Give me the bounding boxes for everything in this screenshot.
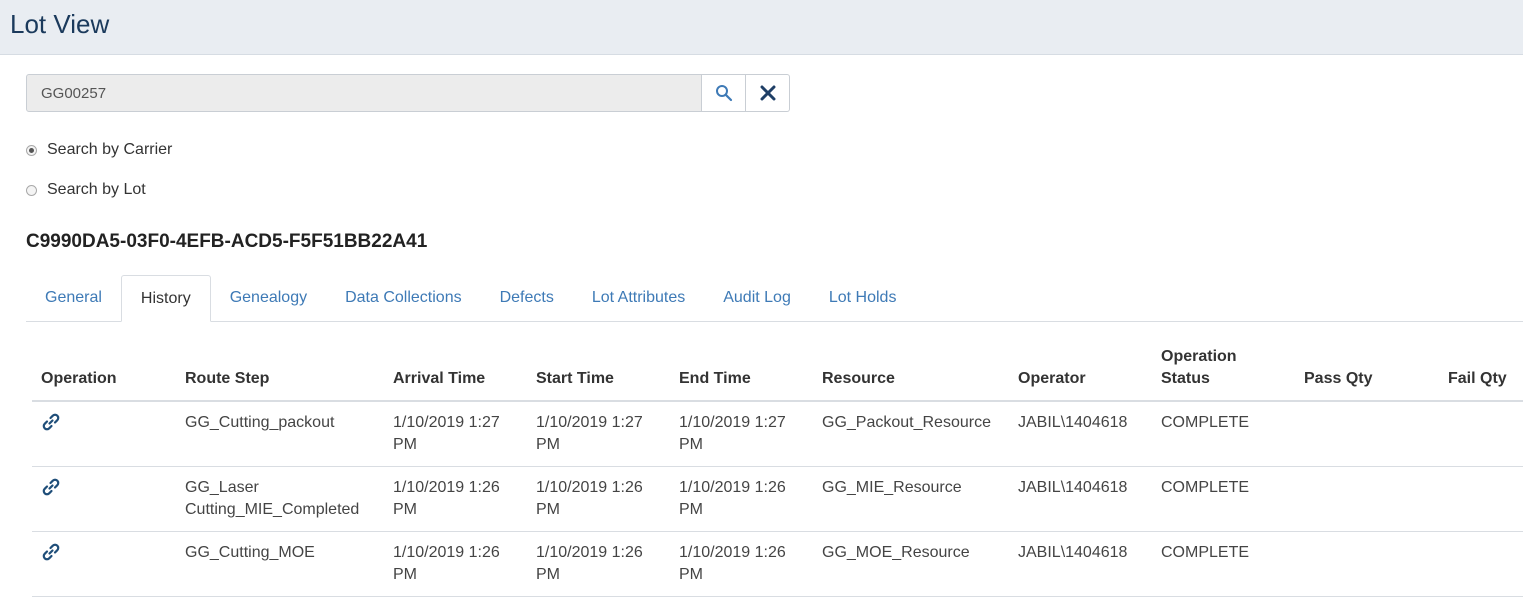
column-header-end-time[interactable]: End Time [670, 340, 813, 402]
radio-search-by-lot[interactable]: Search by Lot [26, 181, 146, 199]
tab-general[interactable]: General [26, 275, 121, 321]
table-row: GG_Cutting_packout 1/10/2019 1:27 PM 1/1… [32, 401, 1523, 467]
resource-cell: GG_Packout_Resource [813, 401, 1009, 467]
fail-qty-cell [1439, 531, 1523, 597]
tab-lot-attributes[interactable]: Lot Attributes [573, 275, 704, 321]
status-cell: COMPLETE [1152, 401, 1295, 467]
fail-qty-cell [1439, 466, 1523, 532]
route-step-cell: GG_Cutting_MOE [176, 531, 384, 597]
route-step-cell: GG_Laser Cutting_MIE_Completed [176, 466, 384, 532]
clear-button[interactable] [746, 74, 790, 112]
radio-button[interactable] [26, 184, 37, 196]
tab-audit-log[interactable]: Audit Log [704, 275, 810, 321]
column-header-start-time[interactable]: Start Time [527, 340, 670, 402]
end-time-cell: 1/10/2019 1:26 PM [670, 466, 813, 532]
radio-label: Search by Carrier [47, 141, 173, 158]
search-icon [715, 85, 732, 102]
search-input[interactable] [26, 74, 702, 112]
column-header-fail-qty[interactable]: Fail Qty [1439, 340, 1523, 402]
start-time-cell: 1/10/2019 1:27 PM [527, 401, 670, 467]
radio-label: Search by Lot [47, 181, 146, 198]
start-time-cell: 1/10/2019 1:26 PM [527, 531, 670, 597]
column-header-operation[interactable]: Operation [32, 340, 176, 402]
tab-lot-holds[interactable]: Lot Holds [810, 275, 916, 321]
table-row: GG_Laser Cutting_MIE_Completed 1/10/2019… [32, 466, 1523, 532]
column-header-resource[interactable]: Resource [813, 340, 1009, 402]
table-header-row: Operation Route Step Arrival Time Start … [32, 340, 1523, 402]
radio-search-by-carrier[interactable]: Search by Carrier [26, 141, 172, 159]
route-step-cell: GG_Cutting_packout [176, 401, 384, 467]
arrival-time-cell: 1/10/2019 1:26 PM [384, 466, 527, 532]
close-icon [760, 85, 775, 101]
pass-qty-cell [1295, 401, 1439, 467]
operator-cell: JABIL\1404618 [1009, 401, 1152, 467]
tab-data-collections[interactable]: Data Collections [326, 275, 481, 321]
link-icon[interactable] [41, 477, 61, 497]
column-header-route-step[interactable]: Route Step [176, 340, 384, 402]
tab-bar: General History Genealogy Data Collectio… [26, 275, 1523, 322]
start-time-cell: 1/10/2019 1:26 PM [527, 466, 670, 532]
operation-link[interactable] [32, 466, 176, 532]
history-table: Operation Route Step Arrival Time Start … [32, 340, 1523, 597]
pass-qty-cell [1295, 466, 1439, 532]
tab-history[interactable]: History [120, 275, 211, 322]
status-cell: COMPLETE [1152, 466, 1295, 532]
operator-cell: JABIL\1404618 [1009, 531, 1152, 597]
lot-id-heading: C9990DA5-03F0-4EFB-ACD5-F5F51BB22A41 [26, 231, 428, 252]
fail-qty-cell [1439, 401, 1523, 467]
operator-cell: JABIL\1404618 [1009, 466, 1152, 532]
end-time-cell: 1/10/2019 1:26 PM [670, 531, 813, 597]
arrival-time-cell: 1/10/2019 1:26 PM [384, 531, 527, 597]
column-header-operator[interactable]: Operator [1009, 340, 1152, 402]
link-icon[interactable] [41, 542, 61, 562]
end-time-cell: 1/10/2019 1:27 PM [670, 401, 813, 467]
page-title: Lot View [10, 9, 110, 39]
tab-defects[interactable]: Defects [481, 275, 573, 321]
radio-button[interactable] [26, 144, 37, 156]
arrival-time-cell: 1/10/2019 1:27 PM [384, 401, 527, 467]
column-header-operation-status[interactable]: Operation Status [1152, 340, 1295, 402]
link-icon[interactable] [41, 412, 61, 432]
tab-genealogy[interactable]: Genealogy [211, 275, 326, 321]
resource-cell: GG_MIE_Resource [813, 466, 1009, 532]
pass-qty-cell [1295, 531, 1439, 597]
search-button[interactable] [702, 74, 746, 112]
resource-cell: GG_MOE_Resource [813, 531, 1009, 597]
column-header-pass-qty[interactable]: Pass Qty [1295, 340, 1439, 402]
status-cell: COMPLETE [1152, 531, 1295, 597]
column-header-arrival-time[interactable]: Arrival Time [384, 340, 527, 402]
operation-link[interactable] [32, 401, 176, 467]
search-bar [26, 74, 790, 112]
page-header: Lot View [0, 0, 1523, 55]
operation-link[interactable] [32, 531, 176, 597]
table-row: GG_Cutting_MOE 1/10/2019 1:26 PM 1/10/20… [32, 531, 1523, 597]
